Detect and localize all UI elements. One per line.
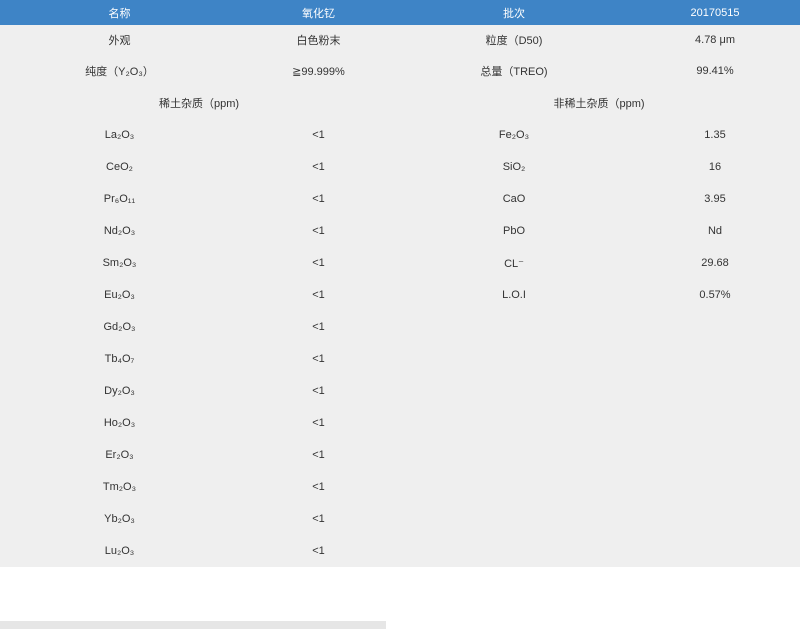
section-heading-row: 稀土杂质（ppm) 非稀土杂质（ppm) xyxy=(0,87,800,119)
rare-earth-oxide-name: CeO₂ xyxy=(106,161,133,173)
impurity-row: Er₂O₃ <1 xyxy=(0,439,800,471)
non-rare-earth-section-title: 非稀土杂质（ppm) xyxy=(553,98,645,110)
non-rare-earth-impurity-name xyxy=(398,311,630,343)
rare-earth-oxide-name: Er₂O₃ xyxy=(105,449,134,461)
non-rare-earth-impurity-name: CaO xyxy=(502,193,526,205)
impurity-row: Pr₆O₁₁ <1 CaO 3.95 xyxy=(0,183,800,215)
rare-earth-oxide-name: Pr₆O₁₁ xyxy=(103,193,136,205)
basic-value: 99.41% xyxy=(696,65,734,77)
basic-row: 纯度（Y₂O₃） ≧99.999% 总量（TREO) 99.41% xyxy=(0,55,800,87)
impurity-row: Nd₂O₃ <1 PbO Nd xyxy=(0,215,800,247)
impurity-row: Ho₂O₃ <1 xyxy=(0,407,800,439)
non-rare-earth-impurity-name xyxy=(398,375,630,407)
impurity-row: Eu₂O₃ <1 L.O.I 0.57% xyxy=(0,279,800,311)
rare-earth-oxide-value: <1 xyxy=(312,289,325,301)
non-rare-earth-impurity-value xyxy=(630,471,800,503)
basic-value: 白色粉末 xyxy=(296,35,341,47)
rare-earth-oxide-value: <1 xyxy=(312,129,325,141)
impurity-row: Yb₂O₃ <1 xyxy=(0,503,800,535)
rare-earth-oxide-value: <1 xyxy=(312,417,325,429)
rare-earth-oxide-value: <1 xyxy=(312,481,325,493)
rare-earth-oxide-name: Eu₂O₃ xyxy=(104,289,135,301)
rare-earth-oxide-value: <1 xyxy=(312,193,325,205)
non-rare-earth-impurity-name xyxy=(398,407,630,439)
rare-earth-oxide-value: <1 xyxy=(312,321,325,333)
non-rare-earth-impurity-name xyxy=(398,503,630,535)
basic-value: 4.78 μm xyxy=(695,34,735,46)
header-batch-label: 批次 xyxy=(503,7,525,20)
header-product-name: 氧化钇 xyxy=(302,7,335,20)
non-rare-earth-impurity-value: Nd xyxy=(707,225,723,237)
non-rare-earth-impurity-value xyxy=(630,503,800,535)
impurity-row: Tm₂O₃ <1 xyxy=(0,471,800,503)
basic-label: 纯度（Y₂O₃） xyxy=(85,66,154,78)
impurity-row: Tb₄O₇ <1 xyxy=(0,343,800,375)
impurity-row: Dy₂O₃ <1 xyxy=(0,375,800,407)
bottom-scrollbar[interactable] xyxy=(0,621,386,629)
rare-earth-oxide-value: <1 xyxy=(312,161,325,173)
rare-earth-oxide-value: <1 xyxy=(312,257,325,269)
impurity-rows: La₂O₃ <1 Fe₂O₃ 1.35 CeO₂ <1 SiO₂ 16 Pr₆O₁₁ <1 CaO 3… xyxy=(0,119,800,567)
rare-earth-oxide-value: <1 xyxy=(312,449,325,461)
basic-value: ≧99.999% xyxy=(292,65,345,78)
rare-earth-oxide-name: Tm₂O₃ xyxy=(102,481,137,493)
rare-earth-oxide-name: Gd₂O₃ xyxy=(103,321,136,333)
non-rare-earth-impurity-value xyxy=(630,407,800,439)
rare-earth-oxide-name: Lu₂O₃ xyxy=(104,545,135,557)
basic-label: 粒度（D50) xyxy=(485,35,543,47)
basic-label: 外观 xyxy=(108,35,131,47)
rare-earth-oxide-value: <1 xyxy=(312,545,325,557)
basic-row: 外观 白色粉末 粒度（D50) 4.78 μm xyxy=(0,25,800,55)
non-rare-earth-impurity-name: Fe₂O₃ xyxy=(498,129,530,141)
header-batch-number: 20170515 xyxy=(690,6,740,19)
header-name-label: 名称 xyxy=(108,7,131,20)
impurity-row: Sm₂O₃ <1 CL⁻ 29.68 xyxy=(0,247,800,279)
table-body: 外观 白色粉末 粒度（D50) 4.78 μm 纯度（Y₂O₃） ≧99.999… xyxy=(0,25,800,119)
non-rare-earth-impurity-value xyxy=(630,439,800,471)
non-rare-earth-impurity-value xyxy=(630,343,800,375)
non-rare-earth-impurity-value xyxy=(630,311,800,343)
non-rare-earth-impurity-name: CL⁻ xyxy=(504,257,524,270)
header-row: 名称 氧化钇 批次 20170515 xyxy=(0,0,800,25)
product-spec-table: 名称 氧化钇 批次 20170515 外观 白色粉末 粒度（D50) 4.78 … xyxy=(0,0,800,567)
rare-earth-oxide-value: <1 xyxy=(312,225,325,237)
rare-earth-oxide-name: La₂O₃ xyxy=(104,129,135,141)
rare-earth-section-title: 稀土杂质（ppm) xyxy=(158,98,240,110)
non-rare-earth-impurity-value xyxy=(630,375,800,407)
table-header: 名称 氧化钇 批次 20170515 xyxy=(0,0,800,25)
rare-earth-oxide-name: Tb₄O₇ xyxy=(104,353,135,365)
non-rare-earth-impurity-name: PbO xyxy=(502,225,525,237)
basic-label: 总量（TREO) xyxy=(480,66,548,78)
non-rare-earth-impurity-value: 1.35 xyxy=(704,129,726,141)
rare-earth-oxide-name: Yb₂O₃ xyxy=(104,513,135,525)
rare-earth-oxide-value: <1 xyxy=(312,385,325,397)
non-rare-earth-impurity-name: L.O.I xyxy=(502,289,526,301)
non-rare-earth-impurity-value: 0.57% xyxy=(699,289,731,301)
rare-earth-oxide-name: Nd₂O₃ xyxy=(103,225,136,237)
non-rare-earth-impurity-value: 29.68 xyxy=(701,257,729,269)
rare-earth-oxide-name: Ho₂O₃ xyxy=(103,417,136,429)
rare-earth-oxide-name: Dy₂O₃ xyxy=(104,385,135,397)
rare-earth-oxide-name: Sm₂O₃ xyxy=(102,257,137,269)
non-rare-earth-impurity-name: SiO₂ xyxy=(502,161,526,173)
non-rare-earth-impurity-value: 16 xyxy=(708,161,722,173)
non-rare-earth-impurity-name xyxy=(398,471,630,503)
impurity-row: La₂O₃ <1 Fe₂O₃ 1.35 xyxy=(0,119,800,151)
non-rare-earth-impurity-name xyxy=(398,343,630,375)
non-rare-earth-impurity-name xyxy=(398,535,630,567)
non-rare-earth-impurity-name xyxy=(398,439,630,471)
non-rare-earth-impurity-value: 3.95 xyxy=(704,193,726,205)
impurity-row: CeO₂ <1 SiO₂ 16 xyxy=(0,151,800,183)
non-rare-earth-impurity-value xyxy=(630,535,800,567)
rare-earth-oxide-value: <1 xyxy=(312,353,325,365)
rare-earth-oxide-value: <1 xyxy=(312,513,325,525)
impurity-row: Gd₂O₃ <1 xyxy=(0,311,800,343)
impurity-row: Lu₂O₃ <1 xyxy=(0,535,800,567)
